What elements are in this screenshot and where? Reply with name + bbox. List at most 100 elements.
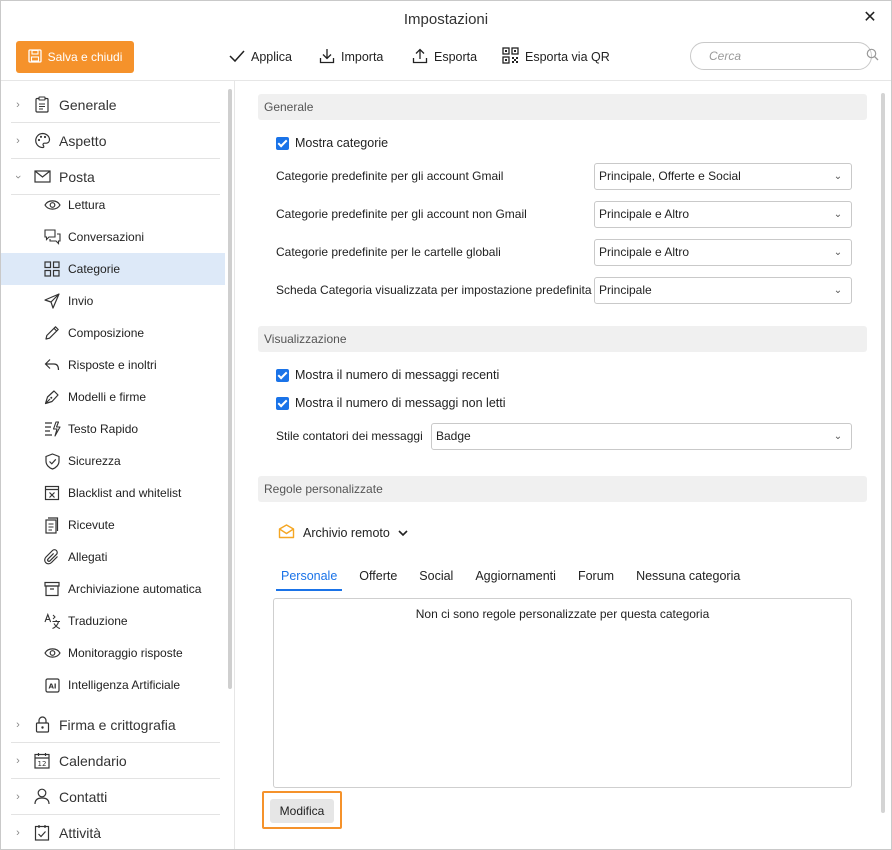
tab-aggiornamenti[interactable]: Aggiornamenti: [470, 565, 561, 591]
export-button[interactable]: Esporta: [412, 41, 477, 73]
sidebar-section-calendario[interactable]: › 12 Calendario: [11, 743, 220, 779]
upload-icon: [412, 48, 428, 67]
select-value: Principale: [599, 283, 652, 297]
chevron-right-icon: ›: [16, 754, 20, 767]
envelope-icon: [33, 168, 51, 186]
sidebar-item-composizione[interactable]: Composizione: [1, 317, 225, 349]
sidebar-item-blacklist[interactable]: Blacklist and whitelist: [1, 477, 225, 509]
sidebar-item-monitoraggio[interactable]: Monitoraggio risposte: [1, 637, 225, 669]
settings-sidebar: › Generale › Aspetto › Posta Lettura Con…: [1, 81, 235, 849]
chevron-right-icon: ›: [16, 718, 20, 731]
sidebar-item-modelli[interactable]: Modelli e firme: [1, 381, 225, 413]
gmail-categories-label: Categorie predefinite per gli account Gm…: [276, 169, 504, 183]
export-qr-button[interactable]: Esporta via QR: [502, 41, 610, 73]
sidebar-item-ai[interactable]: AI Intelligenza Artificiale: [1, 669, 225, 701]
show-recent-count-checkbox[interactable]: Mostra il numero di messaggi recenti: [276, 365, 499, 385]
tab-offerte[interactable]: Offerte: [354, 565, 402, 591]
global-folders-categories-select[interactable]: Principale e Altro ⌄: [594, 239, 852, 266]
checkbox-checked-icon: [276, 396, 289, 410]
sidebar-item-archiviazione[interactable]: Archiviazione automatica: [1, 573, 225, 605]
sidebar-item-label: Modelli e firme: [68, 390, 147, 404]
sidebar-item-label: Allegati: [68, 550, 108, 564]
category-tabs: Personale Offerte Social Aggiornamenti F…: [276, 565, 757, 591]
sidebar-section-label: Calendario: [59, 752, 127, 769]
content-scrollbar[interactable]: [881, 93, 885, 813]
paperclip-icon: [43, 548, 61, 566]
pen-nib-icon: [43, 388, 61, 406]
download-icon: [319, 48, 335, 67]
reply-icon: [43, 356, 61, 374]
sidebar-section-firma[interactable]: › Firma e crittografia: [11, 707, 220, 743]
sidebar-section-attivita[interactable]: › Attività: [11, 815, 220, 849]
sidebar-item-sicurezza[interactable]: Sicurezza: [1, 445, 225, 477]
translate-icon: [43, 612, 61, 630]
select-value: Principale e Altro: [599, 207, 690, 221]
blocked-box-icon: [43, 484, 61, 502]
show-unread-count-checkbox[interactable]: Mostra il numero di messaggi non letti: [276, 393, 506, 413]
eye-icon: [43, 644, 61, 662]
sidebar-scrollbar[interactable]: [228, 89, 232, 689]
sidebar-item-conversazioni[interactable]: Conversazioni: [1, 221, 225, 253]
search-icon[interactable]: [866, 48, 879, 64]
sidebar-section-contatti[interactable]: › Contatti: [11, 779, 220, 815]
default-tab-select[interactable]: Principale ⌄: [594, 277, 852, 304]
sidebar-item-label: Archiviazione automatica: [68, 582, 202, 596]
sidebar-item-label: Traduzione: [68, 614, 128, 628]
chevron-right-icon: ›: [16, 790, 20, 803]
import-label: Importa: [341, 50, 384, 64]
chevron-down-icon: ⌄: [833, 209, 843, 220]
select-value: Badge: [436, 429, 471, 443]
settings-content: Generale Mostra categorie Categorie pred…: [236, 81, 891, 849]
search-box[interactable]: [690, 42, 879, 70]
task-checklist-icon: [33, 824, 51, 842]
tab-forum[interactable]: Forum: [573, 565, 619, 591]
tab-personale[interactable]: Personale: [276, 565, 343, 591]
sidebar-item-label: Blacklist and whitelist: [68, 486, 182, 500]
sidebar-item-risposte[interactable]: Risposte e inoltri: [1, 349, 225, 381]
search-input[interactable]: [709, 49, 866, 63]
sidebar-item-ricevute[interactable]: Ricevute: [1, 509, 225, 541]
receipt-icon: [43, 516, 61, 534]
sidebar-item-label: Monitoraggio risposte: [68, 646, 183, 660]
tab-social[interactable]: Social: [414, 565, 458, 591]
sidebar-item-allegati[interactable]: Allegati: [1, 541, 225, 573]
sidebar-item-testo-rapido[interactable]: Testo Rapido: [1, 413, 225, 445]
apply-button[interactable]: Applica: [229, 41, 292, 73]
rules-list[interactable]: Non ci sono regole personalizzate per qu…: [273, 598, 852, 788]
chat-bubbles-icon: [43, 228, 61, 246]
qr-code-icon: [502, 47, 519, 67]
close-icon[interactable]: ✕: [861, 9, 879, 27]
checkbox-checked-icon: [276, 136, 289, 150]
sidebar-item-label: Lettura: [68, 198, 106, 212]
non-gmail-categories-select[interactable]: Principale e Altro ⌄: [594, 201, 852, 228]
sidebar-item-categorie[interactable]: Categorie: [1, 253, 225, 285]
import-button[interactable]: Importa: [319, 41, 383, 73]
save-and-close-button[interactable]: Salva e chiudi: [16, 41, 134, 73]
counter-style-select[interactable]: Badge ⌄: [431, 423, 852, 450]
sidebar-section-aspetto[interactable]: › Aspetto: [11, 123, 220, 159]
global-folders-categories-label: Categorie predefinite per le cartelle gl…: [276, 245, 501, 259]
settings-window: Impostazioni ✕ Salva e chiudi Applica Im…: [0, 0, 892, 850]
tab-nessuna-categoria[interactable]: Nessuna categoria: [631, 565, 745, 591]
chevron-right-icon: ›: [16, 826, 20, 839]
sidebar-section-generale[interactable]: › Generale: [11, 87, 220, 123]
toolbar: Salva e chiudi Applica Importa Esporta E: [1, 39, 891, 81]
default-tab-label: Scheda Categoria visualizzata per impost…: [276, 283, 592, 297]
sidebar-item-invio[interactable]: Invio: [1, 285, 225, 317]
chevron-down-icon: ⌄: [833, 171, 843, 182]
floppy-disk-icon: [27, 48, 42, 66]
sidebar-item-lettura[interactable]: Lettura: [1, 189, 225, 221]
gmail-categories-select[interactable]: Principale, Offerte e Social ⌄: [594, 163, 852, 190]
chevron-down-icon: ›: [12, 174, 24, 179]
sidebar-item-label: Ricevute: [68, 518, 115, 532]
sidebar-item-traduzione[interactable]: Traduzione: [1, 605, 225, 637]
archive-box-icon: [43, 580, 61, 598]
edit-button[interactable]: Modifica: [270, 799, 334, 823]
edit-button-highlight: Modifica: [262, 791, 342, 829]
apply-label: Applica: [251, 50, 292, 64]
show-categories-checkbox[interactable]: Mostra categorie: [276, 133, 388, 153]
account-selector[interactable]: Archivio remoto: [278, 521, 408, 545]
sidebar-section-label: Aspetto: [59, 132, 107, 149]
paper-plane-icon: [43, 292, 61, 310]
sidebar-item-label: Composizione: [68, 326, 145, 340]
